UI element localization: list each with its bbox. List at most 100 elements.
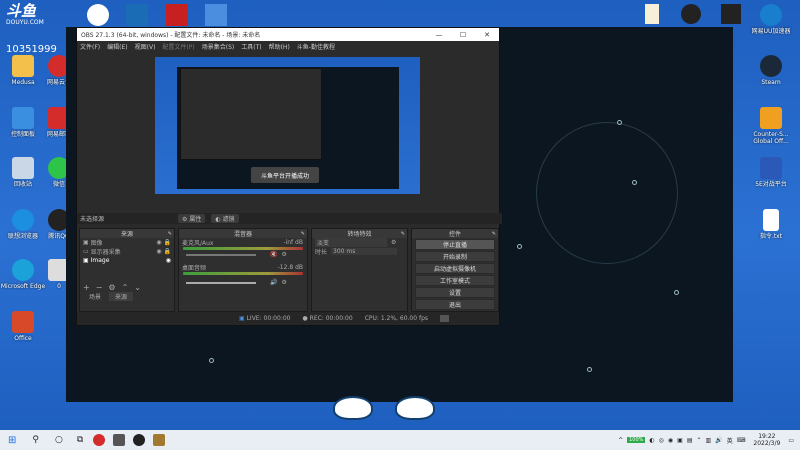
doc-icon[interactable] (645, 4, 659, 24)
network-icon[interactable]: ▥ (706, 437, 712, 444)
duration-label: 时长 (315, 249, 328, 256)
start-recording-button[interactable]: 开始录制 (415, 251, 495, 262)
preview-nested-obs (180, 68, 322, 160)
rec-indicator: ● REC: 00:00:00 (302, 315, 352, 322)
tray-up-icon[interactable]: ⌃ (697, 437, 702, 444)
menu-file[interactable]: 文件(F) (80, 42, 100, 51)
dock-float-icon[interactable]: ✎ (401, 231, 405, 237)
icon-label: 指令.txt (759, 233, 783, 240)
properties-button[interactable]: ⚙ 属性 (178, 214, 206, 223)
tray-chevron-icon[interactable]: ^ (618, 437, 623, 444)
dock-float-icon[interactable]: ✎ (492, 231, 496, 237)
obs-titlebar[interactable]: OBS 27.1.3 (64-bit, windows) - 配置文件: 未命名… (77, 28, 499, 41)
visibility-icon[interactable]: ◉ 🔒 (156, 239, 171, 246)
tray-app-icon[interactable]: ◐ (649, 437, 654, 444)
dock-float-icon[interactable]: ✎ (168, 231, 172, 237)
gear-icon[interactable]: ⚙ (281, 279, 286, 286)
volume-icon[interactable]: 🔊 (715, 437, 722, 444)
transition-select[interactable]: 淡变 (315, 238, 387, 247)
sketchup-icon[interactable] (126, 4, 148, 26)
battery-badge[interactable]: 100% (627, 437, 646, 443)
app-icon[interactable] (721, 4, 741, 24)
live-indicator: ▣ LIVE: 00:00:00 (239, 315, 290, 322)
lenovo-browser-icon (12, 209, 34, 231)
gear-icon[interactable]: ⚙ (108, 283, 115, 292)
obs-preview[interactable]: 斗鱼平台开播成功 (155, 57, 420, 194)
menu-tools[interactable]: 工具(T) (241, 42, 261, 51)
icon-label: 网易UU加速器 (751, 28, 791, 35)
window-controls: — ☐ ✕ (427, 31, 499, 39)
muted-speaker-icon[interactable]: 🔇 (270, 251, 277, 258)
close-icon[interactable]: ✕ (475, 31, 499, 39)
remove-icon[interactable]: − (96, 283, 103, 292)
add-icon[interactable]: + (83, 283, 90, 292)
maximize-icon[interactable]: ☐ (451, 31, 475, 39)
volume-slider[interactable] (186, 281, 256, 284)
cortana-icon[interactable]: ○ (55, 435, 63, 445)
control-panel-icon (12, 107, 34, 129)
menu-scene-collection[interactable]: 场景集合(S) (202, 42, 235, 51)
source-item[interactable]: ▭ 显示器采集 ◉ 🔒 (80, 247, 174, 256)
notifications-icon[interactable]: ▭ (788, 437, 794, 444)
visibility-icon[interactable]: ◉ 🔒 (156, 248, 171, 255)
minimize-icon[interactable]: — (427, 31, 451, 39)
obs-task-icon[interactable] (133, 434, 146, 446)
clock-time: 19:22 (758, 433, 776, 440)
desktop-icon-uu[interactable]: 网易UU加速器 (748, 4, 794, 35)
tray-app2-icon[interactable]: ▣ (677, 437, 683, 444)
menu-profile[interactable]: 配置文件(P) (162, 42, 194, 51)
tray-app3-icon[interactable]: ▤ (687, 437, 693, 444)
studio-mode-button[interactable]: 工作室模式 (415, 275, 495, 286)
taskbar: ⊞ ⚲ ○ ⧉ ^ 100% ◐ ◎ ◉ ▣ ▤ ⌃ ▥ 🔊 英 ⌨ 19:22… (0, 430, 800, 450)
gear-icon[interactable]: ⚙ (391, 239, 396, 246)
duration-input[interactable]: 300 ms (331, 248, 398, 255)
move-up-icon[interactable]: ⌃ (122, 283, 129, 292)
qr-icon[interactable] (87, 4, 109, 26)
source-item[interactable]: ▣ Image ◉ (80, 256, 174, 265)
desktop-icon-steam[interactable]: Steam (748, 55, 794, 86)
desktop-icon-office[interactable]: Office (0, 311, 46, 342)
desktop-icon-txt[interactable]: 指令.txt (748, 209, 794, 240)
menu-edit[interactable]: 编辑(E) (107, 42, 127, 51)
gear-icon[interactable]: ⚙ (281, 251, 286, 258)
app-task-icon[interactable] (153, 434, 166, 446)
desktop-icon-csgo[interactable]: Counter-S... Global Off... (748, 107, 794, 145)
obs-window[interactable]: OBS 27.1.3 (64-bit, windows) - 配置文件: 未命名… (76, 27, 502, 326)
task-view-icon[interactable]: ⧉ (77, 435, 83, 445)
menu-view[interactable]: 视图(V) (135, 42, 156, 51)
tab-scenes[interactable]: 场景 (83, 292, 108, 301)
tray-steam-icon[interactable]: ◎ (659, 437, 664, 444)
speaker-icon[interactable]: 🔊 (270, 279, 277, 286)
volume-slider[interactable] (186, 253, 256, 256)
decor-dot (674, 290, 679, 295)
sources-toolbar: + − ⚙ ⌃ ⌄ (80, 283, 174, 292)
desktop: 斗鱼 DOUYU.COM 10351999 Medusa 网易云音 控制面板 网… (0, 0, 800, 430)
clock[interactable]: 19:22 2022/3/9 (753, 433, 780, 447)
move-down-icon[interactable]: ⌄ (134, 283, 141, 292)
dock-float-icon[interactable]: ✎ (301, 231, 305, 237)
filters-button[interactable]: ◐ 滤镜 (211, 214, 239, 223)
properties-label: 属性 (189, 216, 202, 223)
keyboard-icon[interactable]: ⌨ (737, 437, 746, 444)
desktop-icon-5e[interactable]: 5E对战平台 (748, 157, 794, 188)
tab-sources[interactable]: 来源 (109, 292, 134, 301)
tray-obs-icon[interactable]: ◉ (668, 437, 673, 444)
csgo-task-icon[interactable] (113, 434, 126, 446)
shield-icon[interactable] (205, 4, 227, 26)
netease-music-task-icon[interactable] (93, 434, 106, 446)
source-item[interactable]: ▣ 图像 ◉ 🔒 (80, 238, 174, 247)
settings-button[interactable]: 设置 (415, 287, 495, 298)
stop-streaming-button[interactable]: 停止直播 (415, 239, 495, 250)
ime-indicator[interactable]: 英 (727, 436, 733, 445)
menu-douyu-tutorial[interactable]: 斗鱼-勤佳教程 (297, 42, 335, 51)
start-virtual-camera-button[interactable]: 启动虚拟摄像机 (415, 263, 495, 274)
visibility-icon[interactable]: ◉ (166, 257, 171, 264)
mixer-dock-title: 混音器 ✎ (179, 229, 307, 238)
autocad-icon[interactable] (166, 4, 188, 26)
search-icon[interactable]: ⚲ (32, 435, 39, 445)
menu-help[interactable]: 帮助(H) (269, 42, 290, 51)
filters-label: 滤镜 (222, 216, 235, 223)
exit-button[interactable]: 退出 (415, 299, 495, 310)
start-windows-icon[interactable]: ⊞ (8, 435, 16, 446)
obs-desktop-icon[interactable] (681, 4, 701, 24)
